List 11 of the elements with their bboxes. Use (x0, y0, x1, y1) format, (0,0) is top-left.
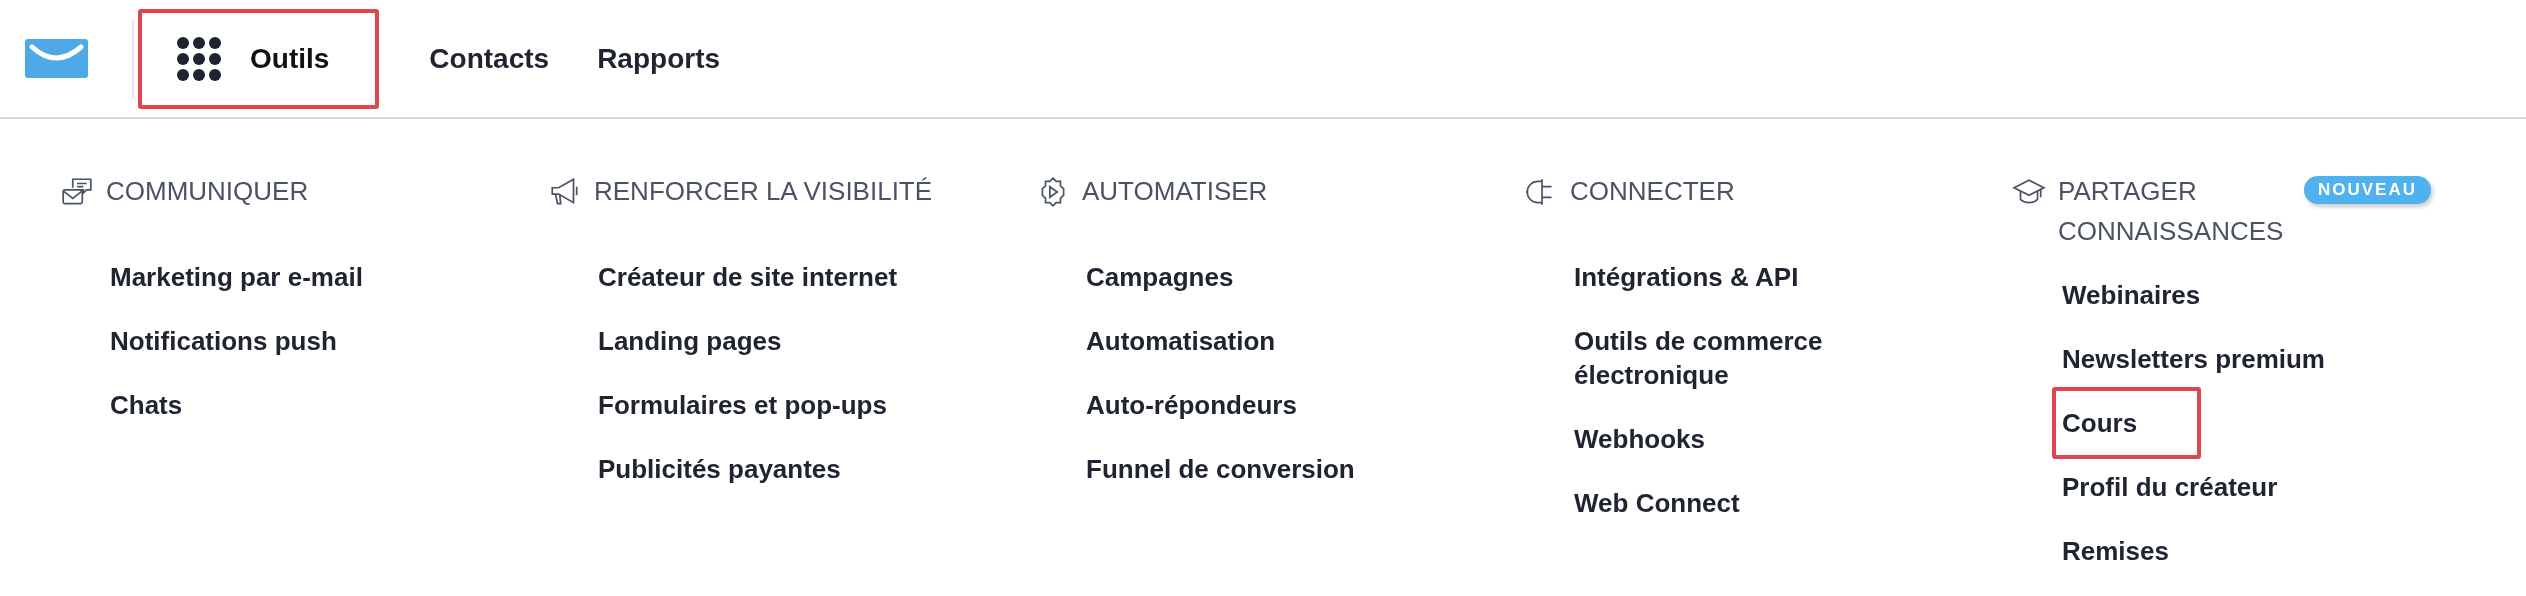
menu-item[interactable]: Cours (2052, 387, 2202, 459)
new-badge: NOUVEAU (2304, 176, 2431, 204)
grid-icon (176, 35, 222, 82)
section-title: AUTOMATISER (1082, 175, 1268, 208)
tools-menu-button[interactable]: Outils (138, 8, 380, 109)
section-title: RENFORCER LA VISIBILITÉ (594, 175, 933, 208)
nav-link[interactable]: Contacts (425, 8, 554, 109)
envelope-logo-icon[interactable] (25, 39, 88, 78)
section-title: COMMUNIQUER (106, 175, 309, 208)
section-title: CONNECTER (1570, 175, 1735, 208)
nav-link[interactable]: Rapports (593, 8, 725, 109)
